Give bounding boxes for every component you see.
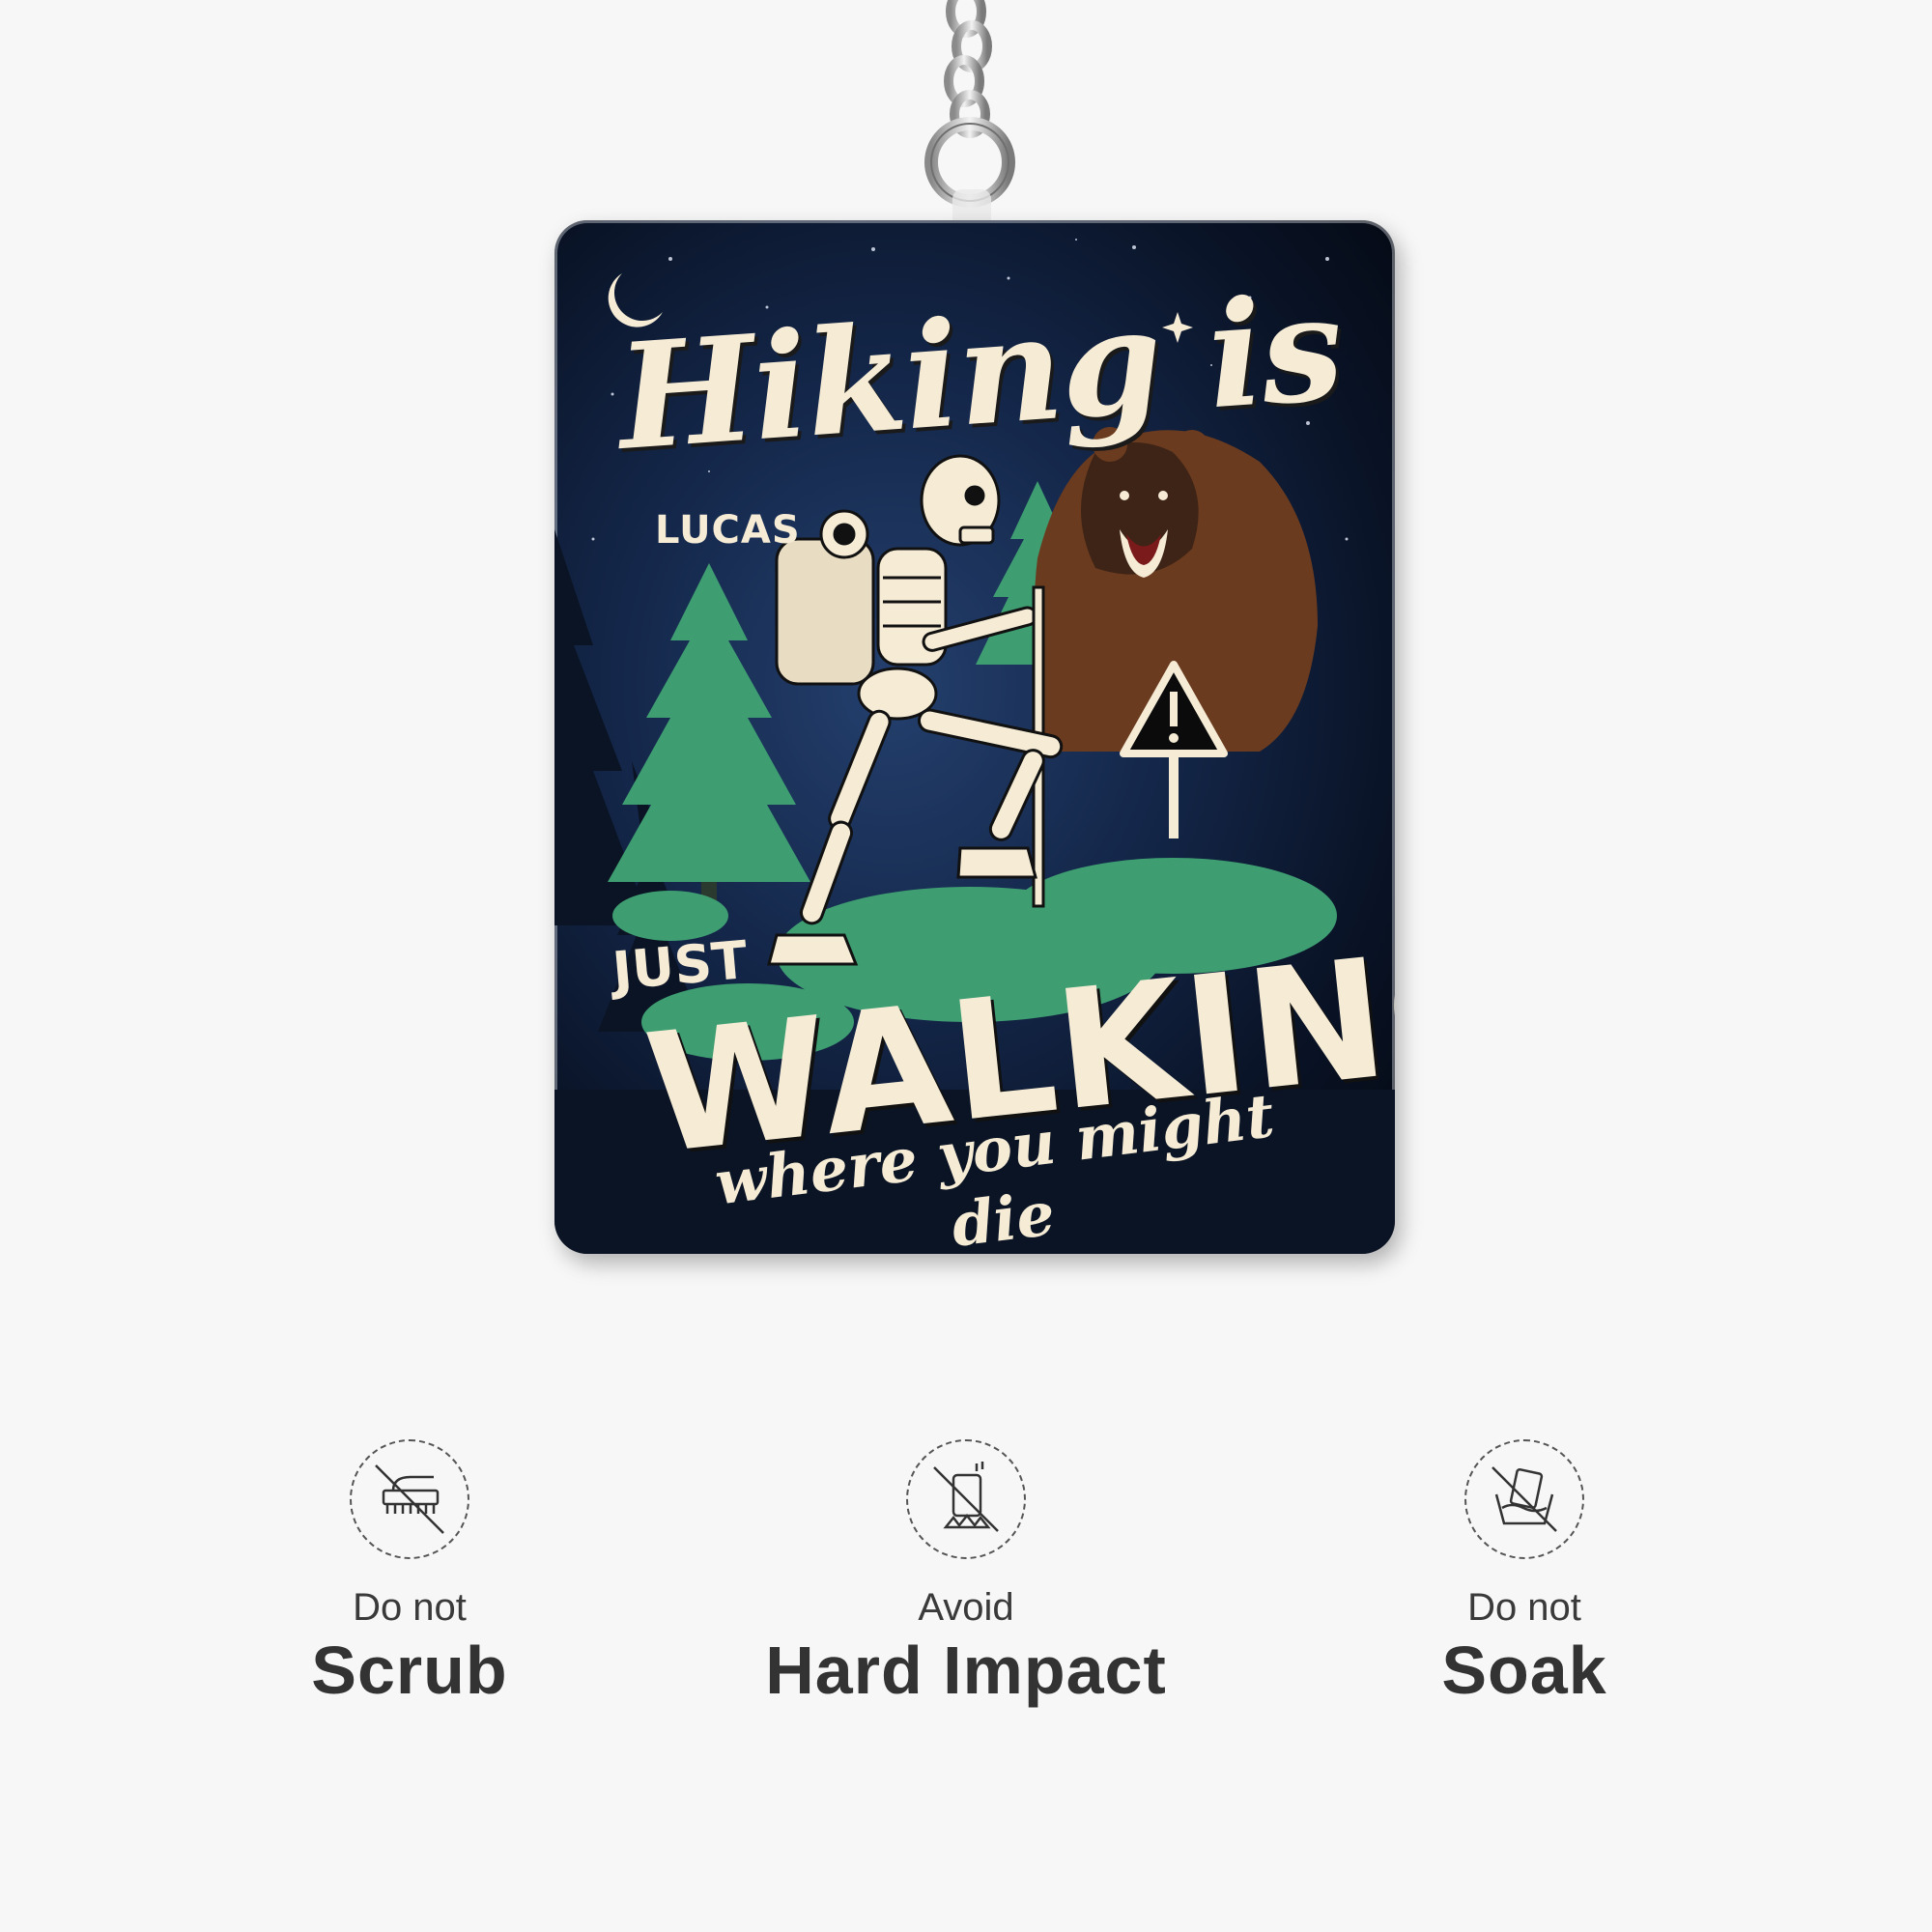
personalized-name: LUCAS	[655, 508, 801, 553]
care-scrub-prefix: Do not	[353, 1586, 467, 1629]
care-impact-prefix: Avoid	[918, 1586, 1014, 1629]
care-item-soak: Do not Soak	[1302, 1439, 1747, 1709]
care-item-scrub: Do not Scrub	[187, 1439, 632, 1709]
keychain-pendant: Hiking is LUCAS JUST WALKING where you m…	[554, 220, 1395, 1254]
care-scrub-label: Scrub	[311, 1633, 508, 1708]
no-soak-icon	[1464, 1439, 1584, 1559]
care-instructions: Do not Scrub Avoid Hard Impact Do not So…	[0, 1439, 1932, 1729]
care-soak-prefix: Do not	[1467, 1586, 1581, 1629]
care-soak-label: Soak	[1441, 1633, 1607, 1708]
care-item-impact: Avoid Hard Impact	[744, 1439, 1188, 1709]
no-scrub-brush-icon	[350, 1439, 469, 1559]
keychain-chain	[924, 0, 1015, 228]
care-impact-label: Hard Impact	[765, 1633, 1167, 1708]
no-drop-impact-icon	[906, 1439, 1026, 1559]
